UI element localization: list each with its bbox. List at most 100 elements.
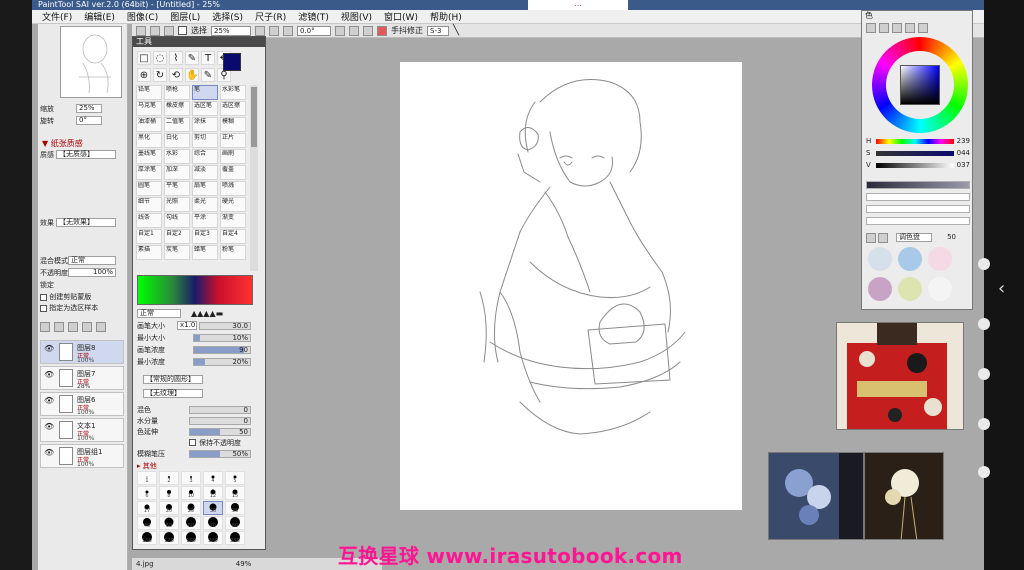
tool-icon-7[interactable]: ↻ bbox=[153, 67, 167, 82]
brush-slot[interactable]: 油漆桶 bbox=[136, 117, 162, 132]
size-preset[interactable]: 70 bbox=[203, 516, 223, 530]
brush-slot[interactable]: 选区擦 bbox=[220, 101, 246, 116]
menu-item-3[interactable]: 图层(L) bbox=[170, 10, 200, 23]
size-preset[interactable]: 20 bbox=[159, 501, 179, 515]
clip-group-option[interactable]: 创建剪贴蒙版 bbox=[38, 292, 127, 302]
scratch-tab[interactable] bbox=[918, 23, 928, 33]
deselect-icon[interactable] bbox=[136, 25, 146, 36]
eye-icon[interactable]: 👁 bbox=[44, 448, 54, 457]
brush-slot[interactable]: 圆笔 bbox=[136, 181, 162, 196]
hsv-tab[interactable] bbox=[892, 23, 902, 33]
size-preset[interactable]: 4 bbox=[203, 471, 223, 485]
rotate-left-icon[interactable] bbox=[335, 25, 345, 36]
reference-image-kimono[interactable] bbox=[836, 322, 964, 430]
rotate-reset-icon[interactable] bbox=[363, 25, 373, 36]
menu-item-5[interactable]: 尺子(R) bbox=[255, 10, 286, 23]
size-preset[interactable]: 120 bbox=[159, 531, 179, 545]
brush-slot[interactable]: 自定2 bbox=[164, 229, 190, 244]
layer-row[interactable]: 👁 图层8 正常 100% bbox=[40, 340, 124, 364]
persistence-slider[interactable]: 50 bbox=[189, 428, 251, 436]
color-swatch[interactable] bbox=[928, 247, 952, 271]
brush-slot[interactable]: 厚涂笔 bbox=[136, 165, 162, 180]
size-preset[interactable]: 40 bbox=[137, 516, 157, 530]
side-dot-1[interactable] bbox=[978, 258, 990, 270]
hue-slider[interactable] bbox=[876, 139, 954, 144]
eye-icon[interactable]: 👁 bbox=[44, 396, 54, 405]
tool-icon-9[interactable]: ✋ bbox=[185, 67, 199, 82]
size-preset[interactable]: 35 bbox=[225, 501, 245, 515]
color-swatch[interactable] bbox=[928, 277, 952, 301]
blur-pressure-slider[interactable]: 50% bbox=[189, 450, 251, 458]
size-preset[interactable]: 2 bbox=[159, 471, 179, 485]
primary-color-swatch[interactable] bbox=[223, 53, 241, 71]
brush-texture-select[interactable]: 【无纹理】 bbox=[143, 389, 203, 398]
clip-group-checkbox[interactable] bbox=[40, 293, 47, 301]
size-preset[interactable]: 1 bbox=[137, 471, 157, 485]
zoom-in-icon[interactable] bbox=[255, 25, 265, 36]
brush-slot[interactable]: 喷枪 bbox=[164, 85, 190, 100]
layer-row[interactable]: 👁 图层6 正常 100% bbox=[40, 392, 124, 416]
saturation-value-square[interactable] bbox=[900, 65, 940, 105]
tool-icon-0[interactable]: □ bbox=[137, 51, 151, 65]
rotate-right-icon[interactable] bbox=[349, 25, 359, 36]
size-preset[interactable]: 160 bbox=[181, 531, 201, 545]
tool-icon-3[interactable]: ✎ bbox=[185, 51, 199, 65]
tool-icon-6[interactable]: ⊕ bbox=[137, 67, 151, 82]
brush-slot[interactable]: 白化 bbox=[164, 133, 190, 148]
brush-slot[interactable]: 水彩 bbox=[164, 149, 190, 164]
size-preset[interactable]: 250 bbox=[225, 531, 245, 545]
chevron-left-icon[interactable]: ‹ bbox=[998, 278, 1005, 299]
size-preset[interactable]: 100 bbox=[137, 531, 157, 545]
size-preset[interactable]: 5 bbox=[225, 471, 245, 485]
delete-layer-icon[interactable] bbox=[96, 322, 106, 332]
tool-icon-1[interactable]: ◌ bbox=[153, 51, 167, 65]
scratch-bar-2[interactable] bbox=[866, 205, 970, 213]
reference-image-hair-blue[interactable] bbox=[768, 452, 864, 540]
menu-item-9[interactable]: 帮助(H) bbox=[430, 10, 462, 23]
brush-shape-icons[interactable]: ▲▲▲▲▬ bbox=[191, 309, 223, 318]
menu-item-1[interactable]: 编辑(E) bbox=[84, 10, 115, 23]
blend-mode-select[interactable]: 正常 bbox=[68, 256, 116, 265]
angle-select[interactable]: 0.0° bbox=[297, 25, 331, 36]
invert-icon[interactable] bbox=[150, 25, 160, 36]
eye-icon[interactable]: 👁 bbox=[44, 344, 54, 353]
color-wheel-tab[interactable] bbox=[866, 23, 876, 33]
brush-shape-select[interactable]: 【常规的圆形】 bbox=[143, 375, 203, 384]
color-swatch[interactable] bbox=[868, 277, 892, 301]
keep-opacity-row[interactable]: 保持不透明度 bbox=[137, 438, 259, 448]
menu-item-6[interactable]: 滤镜(T) bbox=[298, 10, 329, 23]
brush-slot[interactable]: 二值笔 bbox=[164, 117, 190, 132]
brush-slot[interactable]: 素描 bbox=[136, 245, 162, 260]
brush-slot[interactable]: 自定3 bbox=[192, 229, 218, 244]
layer-row[interactable]: 👁 图层7 正常 28% bbox=[40, 366, 124, 390]
color-swatch[interactable] bbox=[868, 247, 892, 271]
zoom-select[interactable]: 25% bbox=[211, 25, 251, 36]
dilution-slider[interactable]: 0 bbox=[189, 417, 251, 425]
brush-slot[interactable]: 扇笔 bbox=[192, 181, 218, 196]
zoom-field[interactable]: 25% bbox=[76, 104, 102, 113]
zoom-out-icon[interactable] bbox=[269, 25, 279, 36]
selection-source-option[interactable]: 指定为选区样本 bbox=[38, 303, 127, 313]
brush-slot[interactable]: 剪切 bbox=[192, 133, 218, 148]
rgb-tab[interactable] bbox=[879, 23, 889, 33]
brush-slot[interactable]: 覆盖 bbox=[220, 165, 246, 180]
color-swatch[interactable] bbox=[898, 277, 922, 301]
side-dot-3[interactable] bbox=[978, 368, 990, 380]
opacity-slider[interactable]: 100% bbox=[68, 268, 116, 277]
brush-slot[interactable]: 马克笔 bbox=[136, 101, 162, 116]
size-preset[interactable]: 6 bbox=[137, 486, 157, 500]
brush-slot[interactable]: 减淡 bbox=[192, 165, 218, 180]
drawing-canvas[interactable] bbox=[400, 62, 742, 510]
reference-image-hair-white[interactable] bbox=[864, 452, 944, 540]
brush-mode-select[interactable]: 正常 bbox=[137, 309, 181, 318]
swatch-tab[interactable] bbox=[905, 23, 915, 33]
color-mix-bar[interactable] bbox=[137, 275, 253, 305]
palette-prev-icon[interactable] bbox=[866, 233, 876, 243]
show-selection-icon[interactable] bbox=[164, 25, 174, 36]
size-preset[interactable]: 17 bbox=[137, 501, 157, 515]
brush-slot[interactable]: 平涂 bbox=[192, 213, 218, 228]
brush-size-slider[interactable]: 30.0 bbox=[199, 322, 251, 330]
brush-slot[interactable]: 粉笔 bbox=[220, 245, 246, 260]
zoom-fit-icon[interactable] bbox=[283, 25, 293, 36]
saturation-slider[interactable] bbox=[876, 151, 954, 156]
